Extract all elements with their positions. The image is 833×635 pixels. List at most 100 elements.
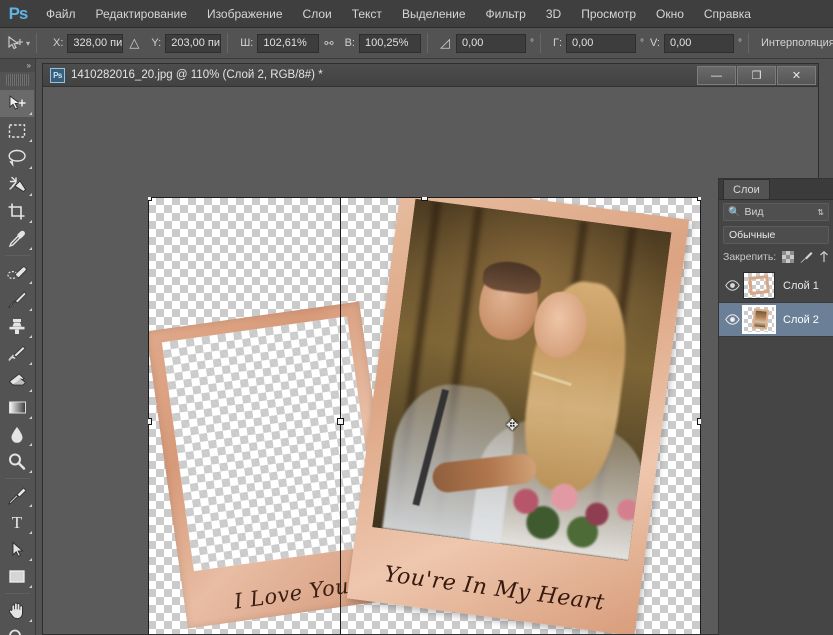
tool-corner-indicator [29,362,32,365]
tool-zoom[interactable] [0,624,34,635]
layer-name[interactable]: Слой 1 [783,280,819,292]
close-button[interactable]: ✕ [777,66,816,85]
couple-photo [372,198,672,561]
tool-dodge[interactable] [0,448,34,475]
crop-tool-icon [8,203,25,220]
blend-mode-dropdown[interactable]: Обычные [723,226,829,244]
menu-view[interactable]: Просмотр [571,0,646,28]
tool-hand[interactable] [0,597,34,624]
tool-preset-caret[interactable]: ▾ [26,32,30,54]
tool-clone-stamp[interactable] [0,313,34,340]
skew-v-input[interactable]: 0,00 [664,33,734,53]
transform-handle-top-left[interactable] [148,197,152,201]
tool-corner-indicator [29,585,32,588]
window-controls: — ❐ ✕ [697,66,816,85]
tool-magic-wand[interactable] [0,171,34,198]
brush-tool-icon [7,291,26,309]
layer-thumbnail-frame-art [748,275,770,295]
reference-point-selector[interactable] [43,32,47,54]
menu-edit[interactable]: Редактирование [86,0,197,28]
options-separator-3 [426,33,428,53]
history-brush-tool-icon [7,346,26,361]
transform-handle-top-center[interactable] [421,197,428,201]
menu-image[interactable]: Изображение [197,0,293,28]
transform-handle-top-right[interactable] [697,197,701,201]
tool-rectangular-marquee[interactable] [0,117,34,144]
document-title-bar[interactable]: Ps 1410282016_20.jpg @ 110% (Слой 2, RGB… [43,64,818,87]
x-input[interactable]: 328,00 пи [67,33,124,53]
tool-blur[interactable] [0,421,34,448]
back-frame-transparent-window [161,316,380,572]
clone-stamp-tool-icon [9,319,25,334]
transform-handle-middle-right[interactable] [697,418,701,425]
layer-visibility-toggle[interactable] [721,269,743,303]
tool-corner-indicator [29,504,32,507]
lock-image-icon[interactable] [800,250,813,263]
lock-label: Закрепить: [723,250,777,263]
tool-pen[interactable] [0,482,34,509]
tool-corner-indicator [29,166,32,169]
minimize-button[interactable]: — [697,66,736,85]
menu-layers[interactable]: Слои [293,0,342,28]
tool-history-brush[interactable] [0,340,34,367]
toolbar-collapse-button[interactable]: » [0,59,35,72]
document-canvas-area[interactable]: I Love You You're In My Heart ✥ [43,87,818,634]
tool-preset-picker[interactable] [6,32,26,54]
transform-handle-guide-center[interactable] [337,418,344,425]
tool-rectangle[interactable] [0,563,34,590]
menu-type[interactable]: Текст [342,0,392,28]
tool-lasso[interactable] [0,144,34,171]
layer-name[interactable]: Слой 2 [783,314,819,326]
tool-corner-indicator [29,247,32,250]
y-input[interactable]: 203,00 пи [165,33,222,53]
layer-visibility-toggle[interactable] [721,303,743,337]
relative-position-icon[interactable]: △ [129,35,139,51]
width-input[interactable]: 102,61% [257,33,320,53]
layer-thumbnail[interactable] [742,305,776,334]
tool-healing-brush[interactable] [0,259,34,286]
tool-corner-indicator [29,139,32,142]
tool-brush[interactable] [0,286,34,313]
menu-file[interactable]: Файл [36,0,86,28]
menu-filter[interactable]: Фильтр [476,0,536,28]
angle-input[interactable]: 0,00 [455,33,526,53]
menu-3d[interactable]: 3D [536,0,571,28]
height-input[interactable]: 100,25% [358,33,421,53]
lock-row: Закрепить: [719,246,833,267]
tool-corner-indicator [29,470,32,473]
angle-degree-symbol: ° [529,37,534,49]
tool-corner-indicator [29,558,32,561]
tool-gradient[interactable] [0,394,34,421]
photoshop-logo: Ps [8,3,29,23]
maximize-button[interactable]: ❐ [737,66,776,85]
marquee-tool-icon [8,123,26,138]
layer-front-frame[interactable]: You're In My Heart [346,197,690,634]
layer-row-2[interactable]: Слой 2 [719,303,833,337]
layer-filter-dropdown[interactable]: 🔍 Вид ⇅ [723,203,829,221]
tab-layers[interactable]: Слои [723,179,770,199]
lock-transparency-icon[interactable] [782,250,795,263]
svg-text:T: T [12,513,23,532]
skew-h-input[interactable]: 0,00 [566,33,636,53]
transform-guide-vertical [340,197,341,634]
tool-eyedropper[interactable] [0,225,34,252]
tool-path-selection[interactable] [0,536,34,563]
hand-tool-icon [9,602,23,619]
lock-position-icon[interactable] [819,250,829,263]
menu-select[interactable]: Выделение [392,0,476,28]
tool-corner-indicator [29,308,32,311]
menu-help[interactable]: Справка [694,0,761,28]
tool-crop[interactable] [0,198,34,225]
transform-handle-middle-left[interactable] [148,418,152,425]
tool-type[interactable]: T [0,509,34,536]
layer-thumbnail[interactable] [743,272,775,299]
image-canvas[interactable]: I Love You You're In My Heart ✥ [148,197,701,634]
tool-move[interactable] [0,90,34,117]
chevron-updown-icon[interactable]: ⇅ [817,208,824,217]
menu-window[interactable]: Окно [646,0,694,28]
toolbar-drag-handle[interactable] [6,74,29,86]
pen-tool-icon [7,487,27,505]
tool-eraser[interactable] [0,367,34,394]
layer-row-1[interactable]: Слой 1 [719,269,833,303]
link-aspect-ratio-icon[interactable]: ⚯ [324,37,333,50]
